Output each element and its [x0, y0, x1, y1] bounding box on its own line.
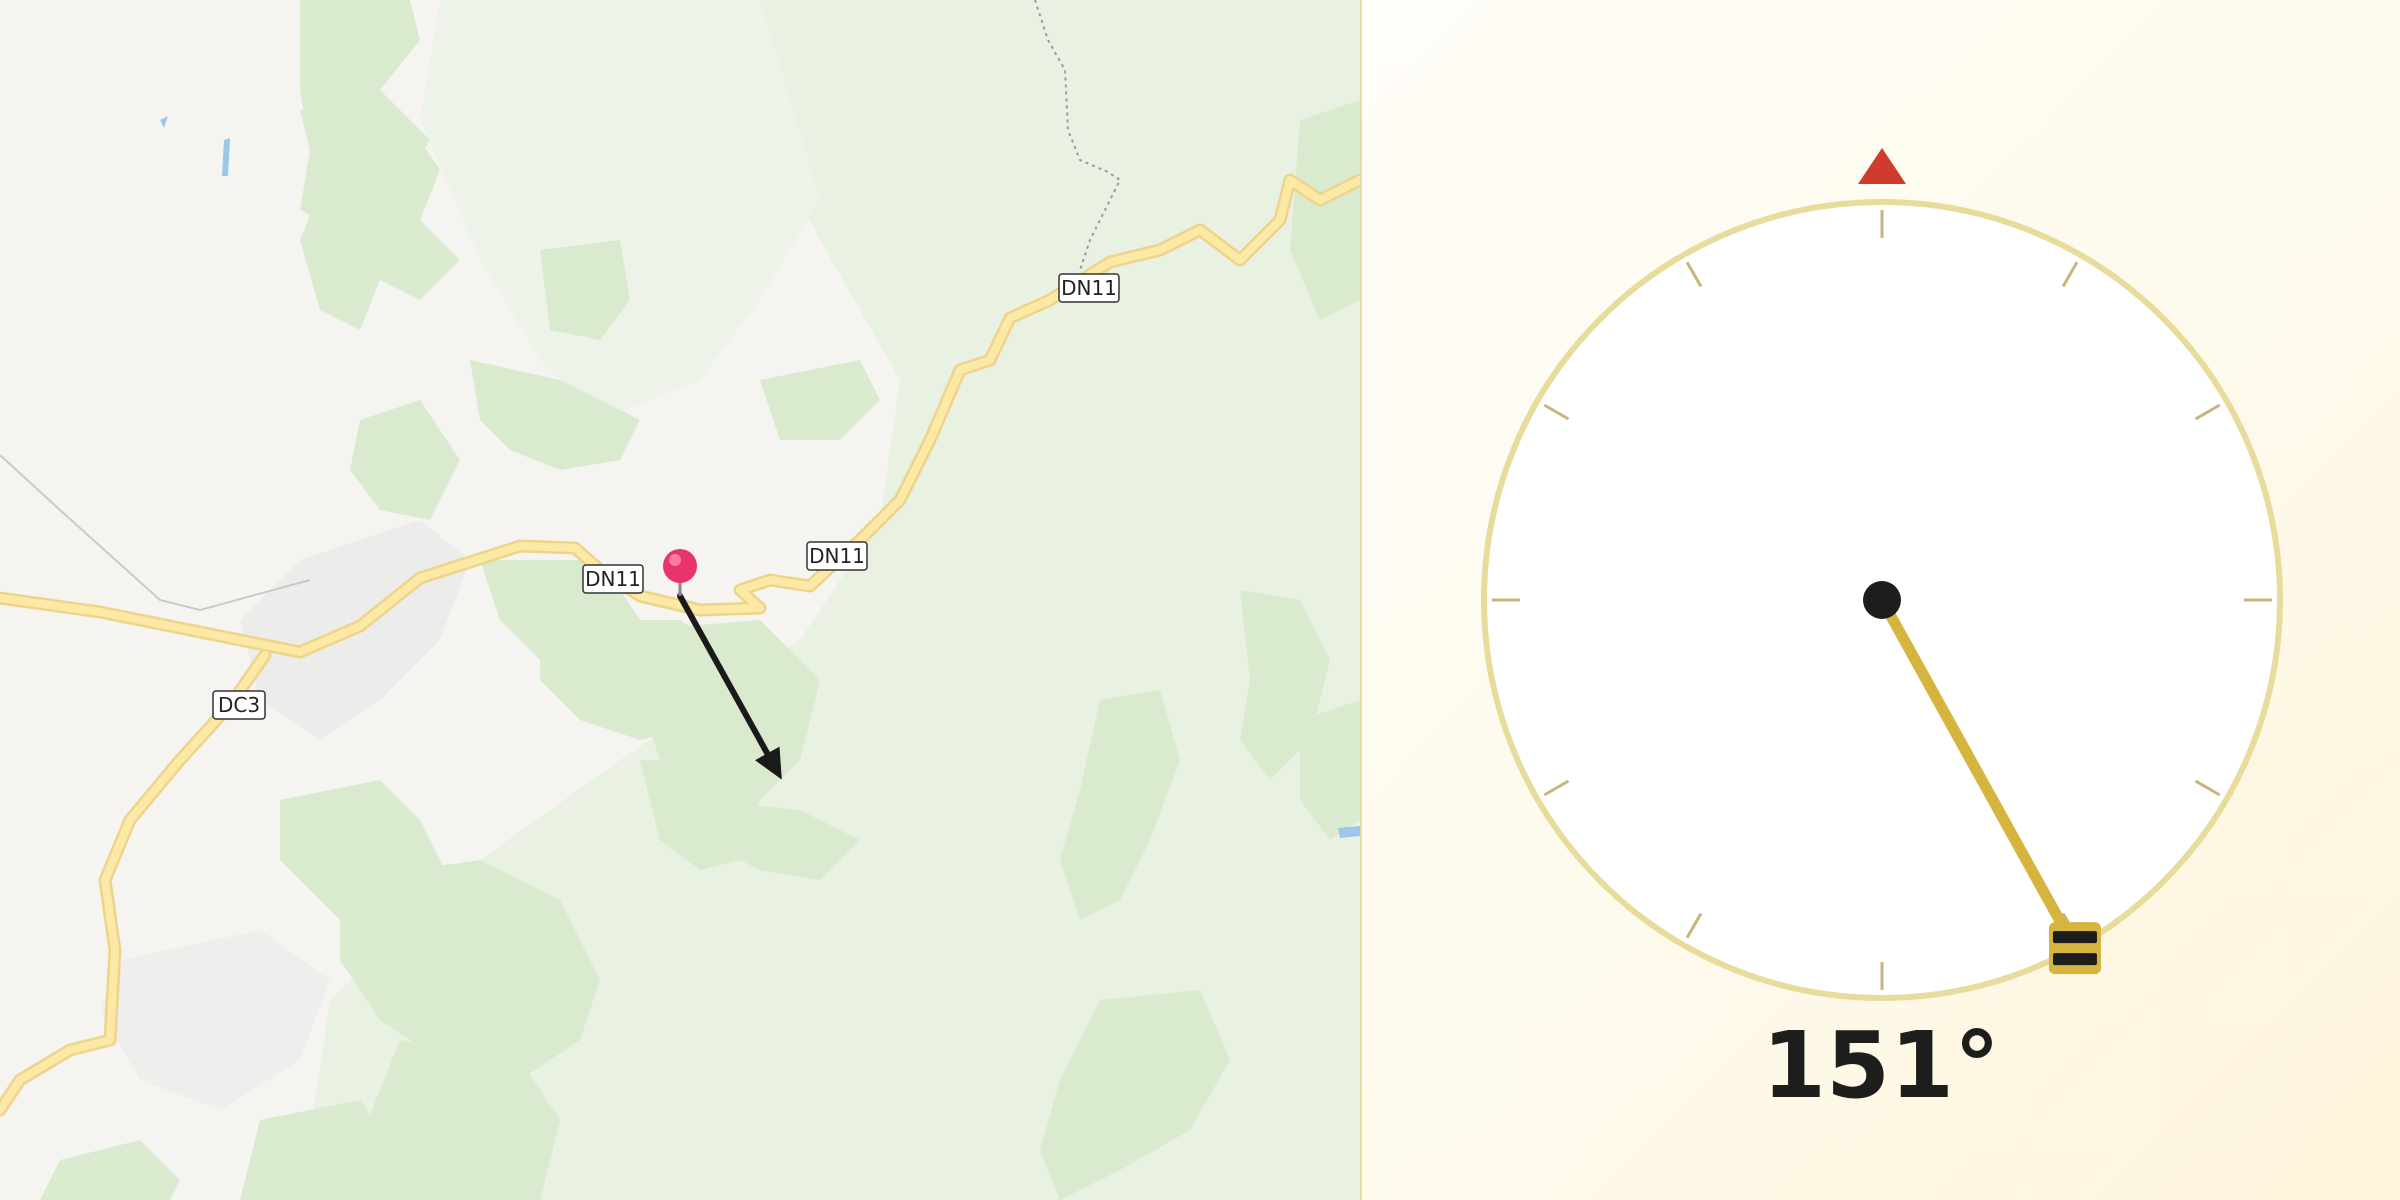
road-label: DC3 — [212, 690, 266, 720]
map-panel[interactable]: DN11 DN11 DN11 DC3 — [0, 0, 1360, 1200]
pond — [1338, 826, 1360, 838]
road-label-text: DN11 — [585, 567, 641, 591]
road-label-text: DN11 — [809, 544, 865, 568]
needle-handle-icon[interactable] — [2048, 922, 2101, 975]
road-label: DN11 — [582, 564, 644, 594]
road-label-text: DN11 — [1061, 276, 1117, 300]
compass-hub — [1863, 581, 1901, 619]
compass-panel: 151° — [1362, 0, 2400, 1200]
heading-readout: 151° — [1761, 1012, 2001, 1119]
road-label: DN11 — [806, 541, 868, 571]
road-label-text: DC3 — [218, 693, 260, 717]
north-triangle-icon — [1858, 148, 1906, 184]
road-label: DN11 — [1058, 273, 1120, 303]
map-canvas[interactable]: DN11 DN11 DN11 DC3 — [0, 0, 1360, 1200]
